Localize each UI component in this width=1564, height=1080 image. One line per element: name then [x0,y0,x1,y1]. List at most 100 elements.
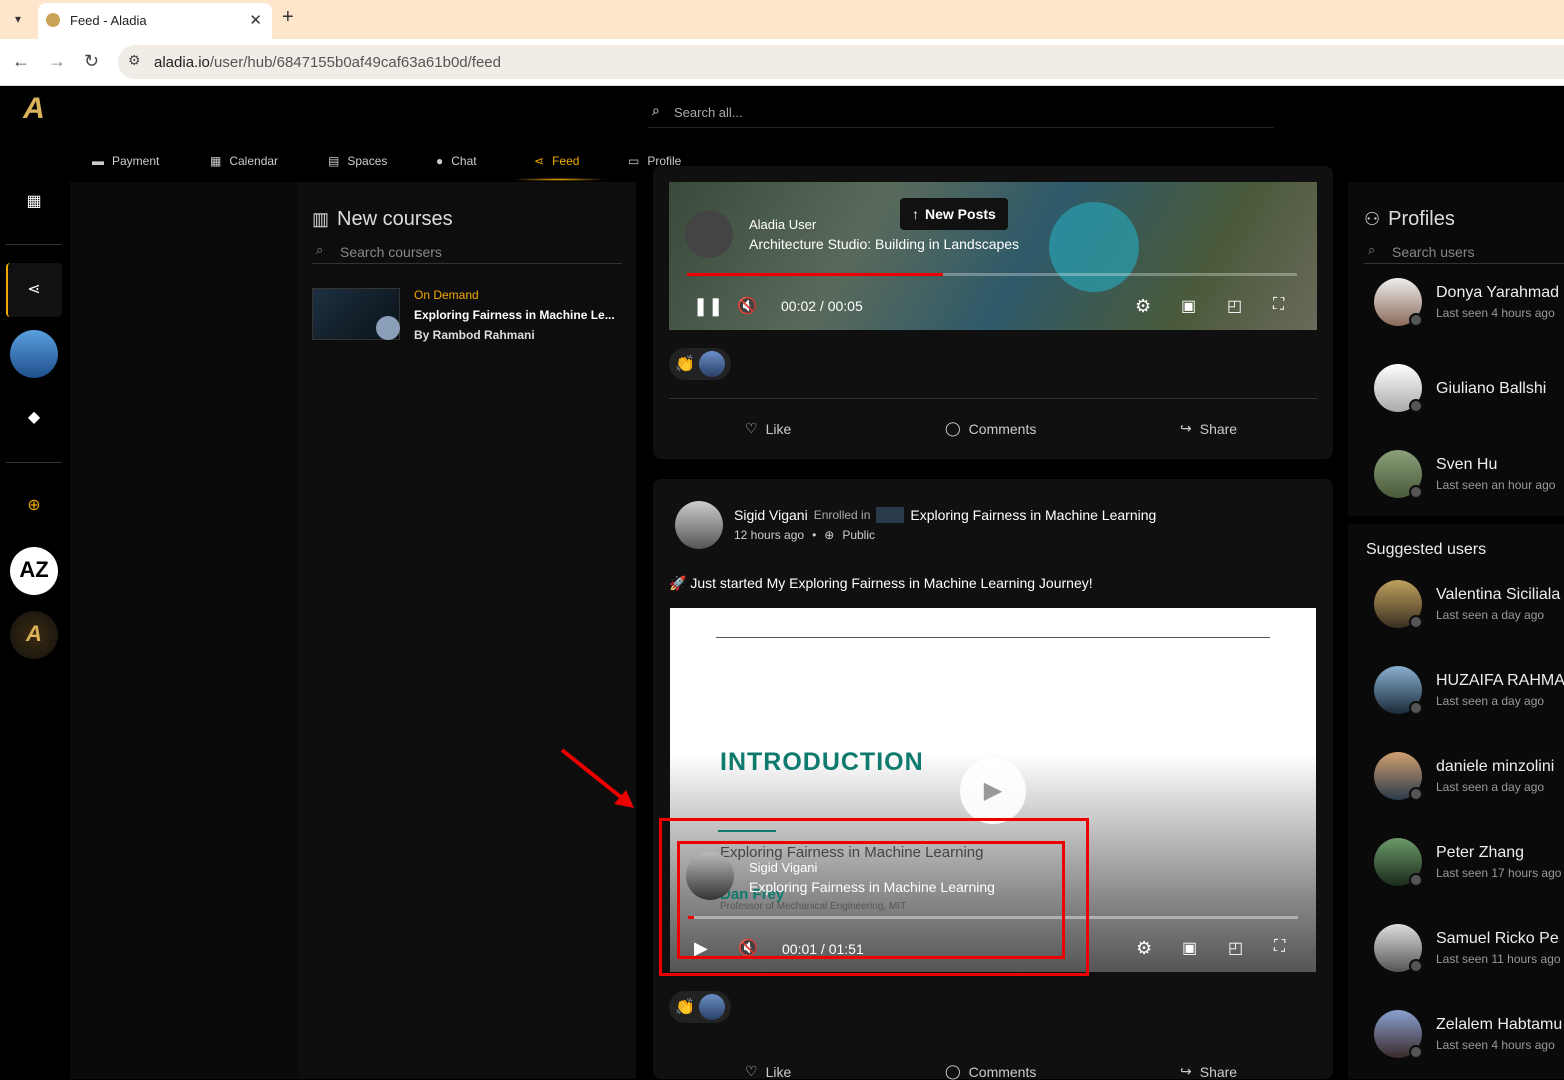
address-bar: ← → ↻ ⚙ aladia.io/user/hub/6847155b0af49… [0,39,1564,86]
suggested-title: Suggested users [1366,541,1487,558]
reactor-avatar [699,994,725,1020]
spaces-icon: ▤ [328,154,340,168]
comments-button[interactable]: ◯ Comments [945,420,1036,437]
post-course-link[interactable]: Exploring Fairness in Machine Learning [910,507,1156,523]
share-button[interactable]: ↪ Share [1180,1063,1237,1080]
fullscreen-icon[interactable]: ⛶ [1273,296,1284,314]
course-mini-thumbnail [876,507,905,523]
store-icon[interactable]: ▦ [22,190,46,214]
course-author: By Rambod Rahmani [414,328,535,342]
aladia-space-avatar[interactable]: A [10,611,58,659]
payment-icon: ▬ [92,154,104,168]
nav-feed[interactable]: ⋖ Feed [534,154,579,168]
aladia-logo[interactable]: A [12,92,56,138]
reactions[interactable]: 👏 [669,991,731,1023]
favicon-icon [46,13,60,27]
post-text: 🚀 Just started My Exploring Fairness in … [669,575,1093,591]
course-item[interactable]: On Demand Exploring Fairness in Machine … [312,288,624,344]
new-posts-button[interactable]: ↑ New Posts [900,198,1008,230]
site-settings-icon[interactable]: ⚙ [128,52,141,69]
theater-icon[interactable]: ◰ [1227,296,1242,316]
post-author-avatar[interactable] [675,501,723,549]
course-search-input[interactable]: ⌕ Search coursers [312,242,622,264]
search-all[interactable]: ⌕ Search all... [648,100,1274,128]
nav-chat[interactable]: ● Chat [436,154,477,168]
clap-icon: 👏 [675,356,695,373]
arrow-up-icon: ↑ [912,206,919,222]
settings-icon[interactable]: ⚙ [1136,938,1152,959]
mute-icon[interactable]: 🔇 [737,296,757,316]
url-field[interactable]: ⚙ aladia.io/user/hub/6847155b0af49caf63a… [118,45,1564,79]
video-progress-fill [687,273,944,276]
comment-icon: ◯ [945,420,961,436]
close-tab-icon[interactable]: ✕ [249,11,262,29]
reload-icon[interactable]: ↻ [84,51,99,72]
post-time: 12 hours ago [734,528,805,542]
like-button[interactable]: ♡ Like [745,1063,791,1080]
courses-title: New courses [337,208,453,230]
comments-button[interactable]: ◯ Comments [945,1063,1036,1080]
fullscreen-icon[interactable]: ⛶ [1274,938,1285,956]
back-icon[interactable]: ← [12,51,30,72]
annotation-box-inner [677,841,1065,959]
url-host: aladia.io [154,54,210,71]
share-button[interactable]: ↪ Share [1180,420,1237,437]
left-panel [70,182,298,1079]
app-root: A ▦ ⋖ ◆ ⊕ AZ A ⌕ Search all... ▬ Payment … [0,86,1564,1080]
search-icon: ⌕ [652,102,660,118]
course-title: Exploring Fairness in Machine Le... [414,308,615,322]
courses-panel: ▥ New courses ⌕ Search coursers On Deman… [298,182,636,1079]
add-circle-icon[interactable]: ⊕ [22,494,46,518]
like-button[interactable]: ♡ Like [745,420,791,437]
video-time: 00:02 / 00:05 [781,298,863,314]
enrolled-label: Enrolled in [813,508,871,522]
share-network-icon[interactable]: ⋖ [22,278,46,302]
reactor-avatar [699,351,725,377]
course-badge: On Demand [414,288,479,302]
tab-list-icon[interactable]: ▾ [8,9,28,29]
course-author-avatar [376,316,400,340]
pause-icon[interactable]: ❚❚ [693,296,723,317]
slide-heading: INTRODUCTION [720,748,924,776]
video-title: Architecture Studio: Building in Landsca… [749,236,1020,252]
search-icon: ⌕ [316,242,324,257]
pip-icon[interactable]: ▣ [1182,938,1197,958]
books-icon: ▥ [312,209,330,229]
profiles-title: Profiles [1388,208,1455,230]
clap-icon: 👏 [675,999,695,1016]
reactions[interactable]: 👏 [669,348,731,380]
feed-icon: ⋖ [534,154,545,168]
browser-tabbar: ▾ Feed - Aladia ✕ + [0,0,1564,39]
annotation-arrow [560,748,634,808]
left-rail: A ▦ ⋖ ◆ ⊕ AZ A [0,86,70,1079]
tab-title: Feed - Aladia [70,13,147,28]
theater-icon[interactable]: ◰ [1228,938,1243,958]
user-search-input[interactable]: ⌕ Search users [1364,242,1564,264]
browser-tab[interactable]: Feed - Aladia ✕ [38,3,272,39]
heart-icon: ♡ [745,1063,758,1079]
settings-icon[interactable]: ⚙ [1135,296,1151,317]
video-uploader: Aladia User [749,217,817,232]
nav-payment[interactable]: ▬ Payment [92,154,159,168]
post-visibility: Public [842,528,876,542]
nav-active-indicator [512,178,606,181]
globe-icon: ⊕ [824,528,835,542]
nav-spaces[interactable]: ▤ Spaces [328,154,387,168]
cubes-icon[interactable]: ◆ [22,406,46,430]
pip-icon[interactable]: ▣ [1181,296,1196,316]
users-icon: ⚇ [1364,209,1381,229]
nav-calendar[interactable]: ▦ Calendar [210,154,278,168]
post-author[interactable]: Sigid Vigani [734,507,808,523]
video-progress-track[interactable] [687,273,1297,276]
comment-icon: ◯ [945,1063,961,1079]
video-uploader-avatar [685,210,733,258]
calendar-icon: ▦ [210,154,222,168]
az-space-avatar[interactable]: AZ [10,547,58,595]
play-overlay-icon[interactable]: ▶ [960,758,1026,824]
forward-icon[interactable]: → [48,51,66,72]
share-icon: ↪ [1180,420,1192,436]
new-tab-icon[interactable]: + [282,6,294,29]
user-avatar[interactable] [10,330,58,378]
share-icon: ↪ [1180,1063,1192,1079]
feed-post: Sigid Vigani Enrolled in Exploring Fairn… [653,479,1333,1080]
